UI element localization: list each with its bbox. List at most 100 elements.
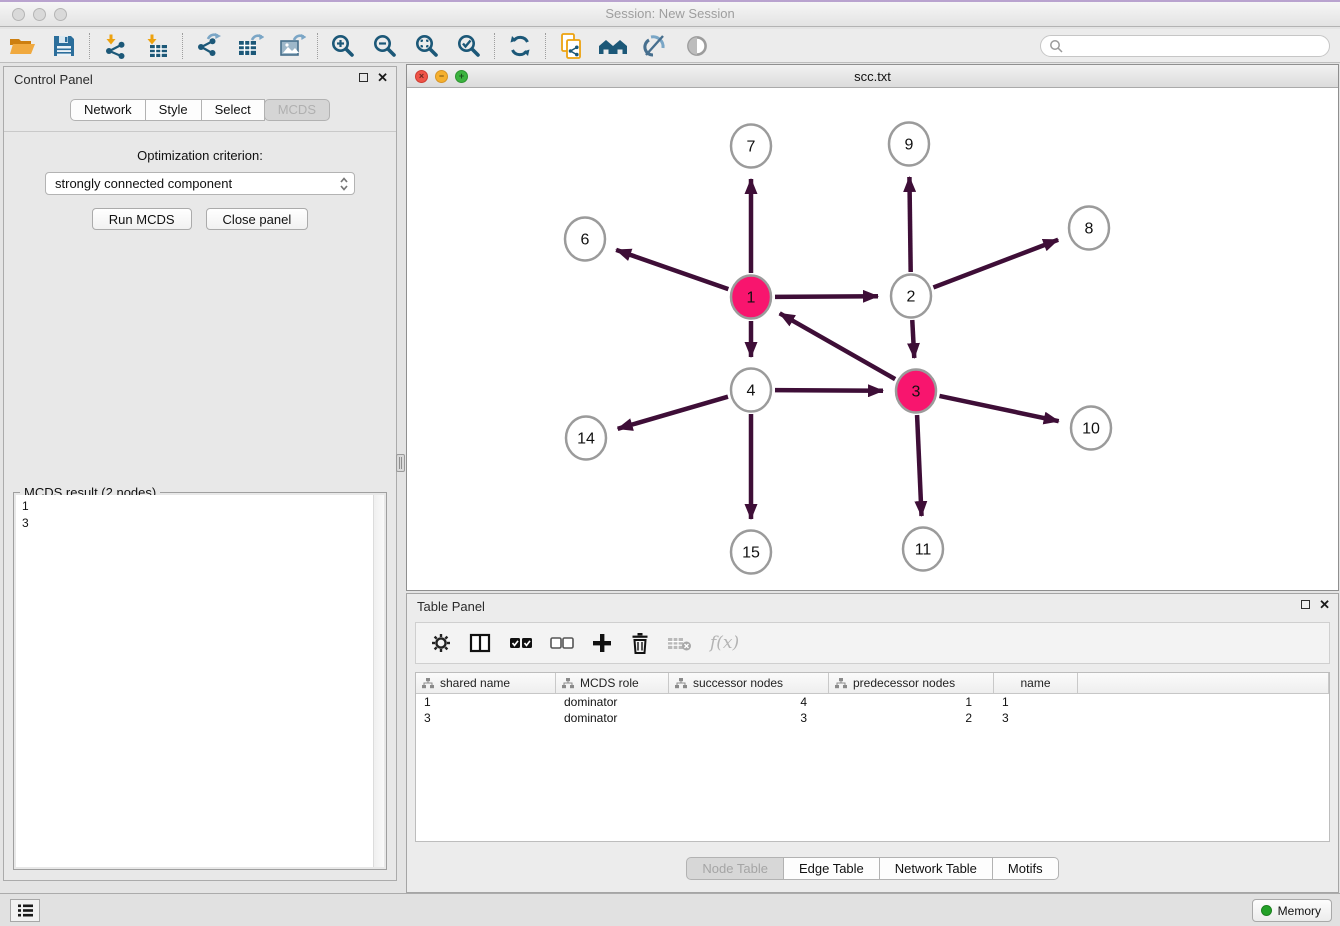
zoom-out-button[interactable]	[369, 31, 401, 61]
column-header-successor-nodes[interactable]: successor nodes	[669, 673, 829, 693]
table-panel-title: Table Panel	[417, 599, 485, 614]
network-canvas[interactable]: 1234678910111415	[407, 88, 1338, 590]
float-panel-icon[interactable]	[359, 73, 368, 82]
status-bar: Memory	[0, 893, 1340, 926]
graph-node-label: 14	[577, 431, 595, 448]
tab-network-table[interactable]: Network Table	[879, 857, 993, 880]
graph-node-label: 2	[907, 289, 916, 306]
export-table-button[interactable]	[234, 31, 266, 61]
function-builder-button[interactable]: f(x)	[710, 633, 739, 653]
export-network-icon	[195, 33, 221, 59]
table-row[interactable]: 1dominator411	[416, 694, 1329, 710]
tab-network[interactable]: Network	[70, 99, 146, 121]
search-field[interactable]	[1040, 35, 1330, 57]
create-column-button[interactable]	[591, 632, 613, 654]
memory-status-icon	[1261, 905, 1272, 916]
graph-edge-3-11[interactable]	[917, 415, 921, 516]
refresh-button[interactable]	[504, 31, 536, 61]
window-minimize-button[interactable]	[33, 8, 46, 21]
close-table-panel-icon[interactable]: ✕	[1319, 598, 1330, 611]
tab-style[interactable]: Style	[145, 99, 202, 121]
result-line: 3	[22, 515, 378, 532]
first-neighbors-button[interactable]	[597, 31, 629, 61]
table-tabs: Node TableEdge TableNetwork TableMotifs	[407, 857, 1338, 880]
network-window: × − + scc.txt 1234678910111415	[406, 64, 1339, 591]
delete-column-button[interactable]	[630, 632, 650, 655]
table-header-row: shared nameMCDS rolesuccessor nodesprede…	[416, 673, 1329, 694]
criterion-select[interactable]: strongly connected component	[45, 172, 355, 195]
column-header-mcds-role[interactable]: MCDS role	[556, 673, 669, 693]
graph-edge-3-10[interactable]	[939, 396, 1058, 421]
graph-edge-2-3[interactable]	[912, 320, 914, 358]
graph-edge-1-6[interactable]	[616, 250, 728, 289]
tab-mcds[interactable]: MCDS	[264, 99, 330, 121]
zoom-selected-button[interactable]	[453, 31, 485, 61]
column-header-shared-name[interactable]: shared name	[416, 673, 556, 693]
graph-edge-4-3[interactable]	[775, 390, 883, 391]
net-zoom-button[interactable]: +	[455, 70, 468, 83]
export-network-button[interactable]	[192, 31, 224, 61]
tab-node-table[interactable]: Node Table	[686, 857, 784, 880]
panel-divider-grip[interactable]	[396, 454, 405, 472]
unselect-all-columns-button[interactable]	[550, 636, 574, 650]
memory-button[interactable]: Memory	[1252, 899, 1332, 922]
export-image-button[interactable]	[276, 31, 308, 61]
delete-table-button[interactable]	[667, 634, 693, 652]
select-stepper-icon	[339, 176, 349, 198]
net-close-button[interactable]: ×	[415, 70, 428, 83]
column-tree-icon	[562, 678, 574, 689]
graph-edge-4-14[interactable]	[618, 397, 728, 429]
tab-motifs[interactable]: Motifs	[992, 857, 1059, 880]
import-network-icon	[102, 33, 128, 59]
search-input[interactable]	[1068, 39, 1321, 53]
graph-edge-3-1[interactable]	[780, 313, 895, 379]
table-row[interactable]: 3dominator323	[416, 710, 1329, 726]
clone-network-button[interactable]	[555, 31, 587, 61]
toolbar-separator	[545, 33, 546, 59]
network-window-title: scc.txt	[854, 69, 891, 84]
zoom-fit-button[interactable]	[411, 31, 443, 61]
tab-select[interactable]: Select	[201, 99, 265, 121]
task-history-button[interactable]	[10, 899, 40, 922]
close-panel-button[interactable]: Close panel	[206, 208, 309, 230]
graph-edge-2-9[interactable]	[909, 177, 910, 272]
import-table-button[interactable]	[141, 31, 173, 61]
graph-node-label: 11	[915, 542, 932, 559]
open-session-button[interactable]	[6, 31, 38, 61]
tab-edge-table[interactable]: Edge Table	[783, 857, 880, 880]
save-session-button[interactable]	[48, 31, 80, 61]
show-column-panel-button[interactable]	[469, 632, 492, 654]
graph-node-label: 8	[1085, 221, 1094, 238]
zoom-in-button[interactable]	[327, 31, 359, 61]
optimization-criterion-label: Optimization criterion:	[4, 148, 396, 163]
window-close-button[interactable]	[12, 8, 25, 21]
paint-mapping-button[interactable]	[639, 31, 671, 61]
table-body: 1dominator4113dominator323	[416, 694, 1329, 726]
table-cell: 3	[416, 710, 556, 726]
graph-node-label: 6	[581, 232, 590, 249]
float-table-panel-icon[interactable]	[1301, 600, 1310, 609]
graph-node-label: 1	[747, 290, 756, 307]
mcds-result-lines: 13	[16, 495, 384, 535]
net-minimize-button[interactable]: −	[435, 70, 448, 83]
network-window-titlebar: × − + scc.txt	[407, 65, 1338, 88]
toolbar-separator	[89, 33, 90, 59]
result-scrollbar[interactable]	[373, 495, 384, 867]
table-settings-button[interactable]	[430, 632, 452, 654]
window-zoom-button[interactable]	[54, 8, 67, 21]
close-panel-icon[interactable]: ✕	[377, 71, 388, 84]
run-mcds-button[interactable]: Run MCDS	[92, 208, 192, 230]
column-header-name[interactable]: name	[994, 673, 1078, 693]
graph-node-label: 15	[742, 545, 760, 562]
main-toolbar	[0, 29, 1340, 63]
app-titlebar: Session: New Session	[0, 0, 1340, 27]
graph-edge-1-2[interactable]	[775, 296, 878, 297]
mcds-result-area[interactable]: 13	[16, 495, 384, 867]
import-network-button[interactable]	[99, 31, 131, 61]
show-hide-button[interactable]	[681, 31, 713, 61]
table-cell: 4	[669, 694, 829, 710]
select-all-columns-button[interactable]	[509, 636, 533, 650]
unchecked-boxes-icon	[550, 636, 574, 650]
column-header-predecessor-nodes[interactable]: predecessor nodes	[829, 673, 994, 693]
graph-edge-2-8[interactable]	[933, 240, 1058, 288]
